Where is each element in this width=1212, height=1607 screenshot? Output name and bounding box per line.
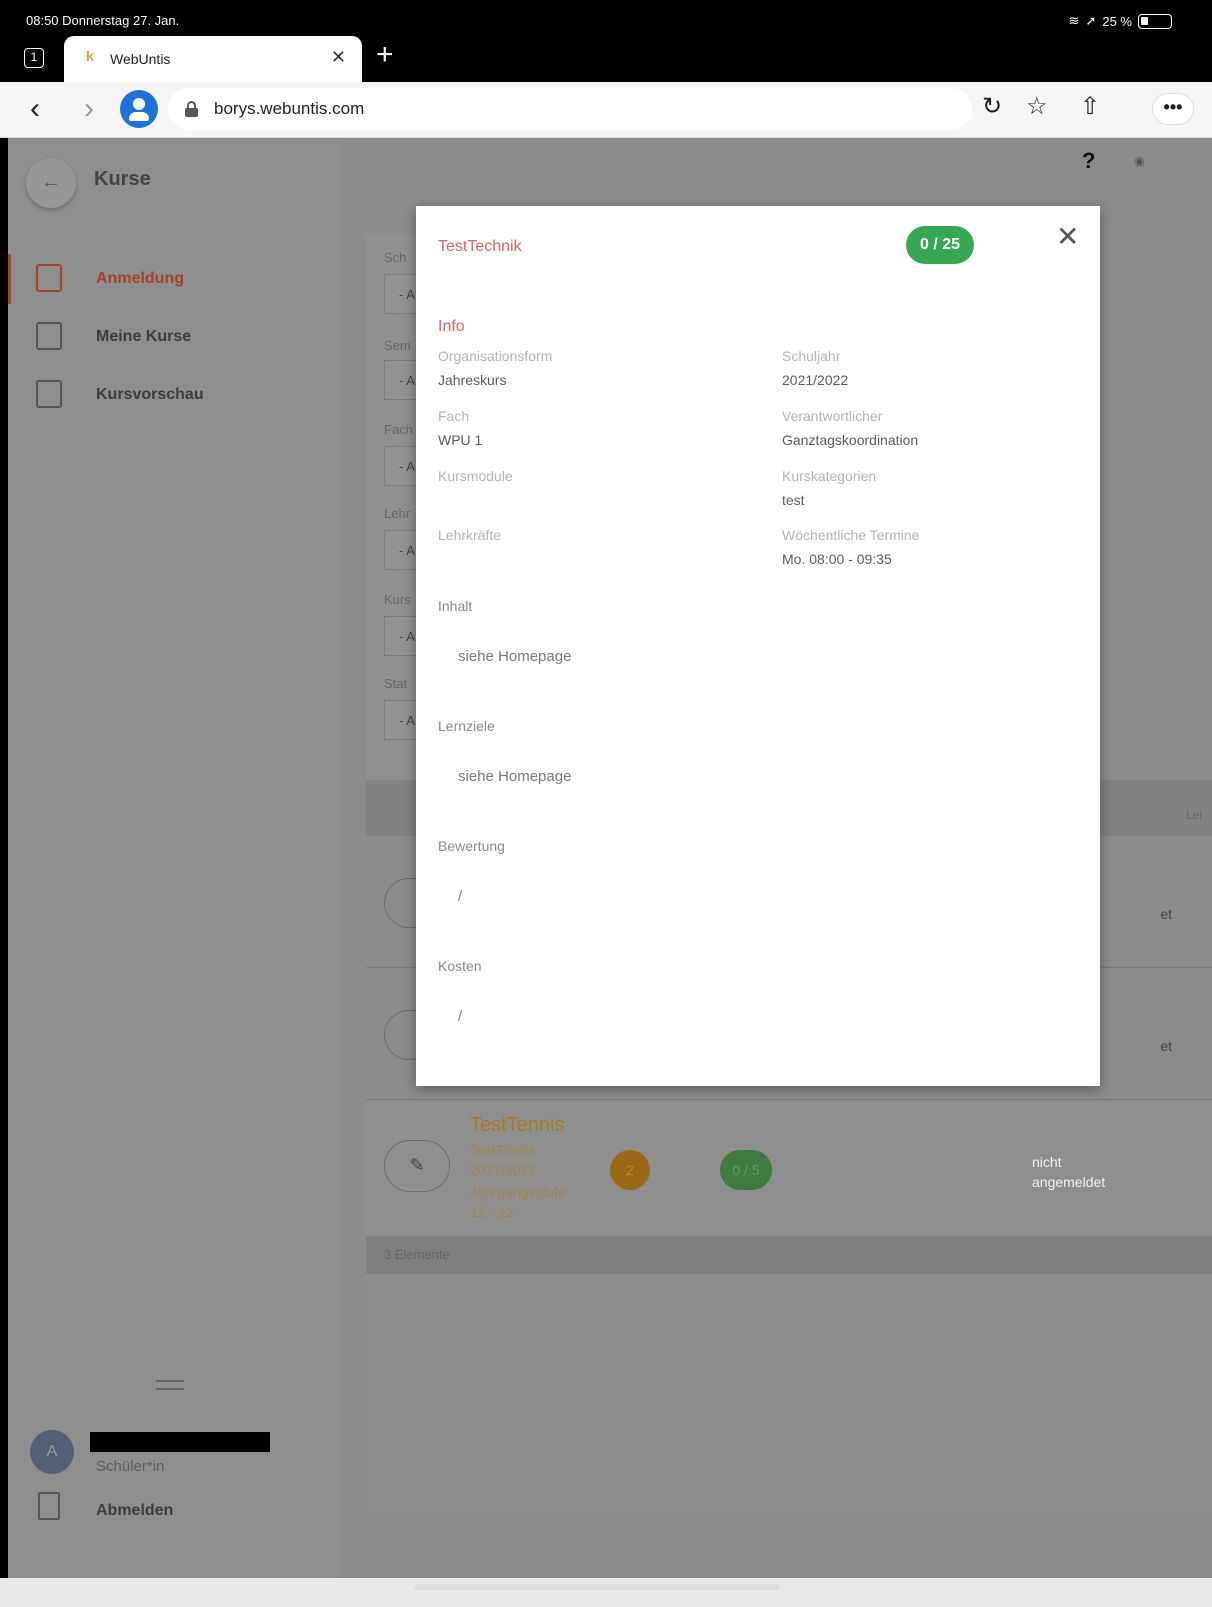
capacity-badge: 0 / 25: [906, 226, 974, 264]
section-value: /: [458, 888, 463, 905]
field-label: Lehrkräfte: [438, 527, 502, 543]
sidebar-item-label: Meine Kurse: [96, 328, 192, 345]
table-row[interactable]: ✎ TestTennis TestTennis 2021/2022 Jahrga…: [366, 1102, 1212, 1236]
field-label: Fach: [438, 408, 470, 424]
filter-label: Stat: [384, 676, 408, 691]
section-value: siehe Homepage: [458, 648, 572, 665]
back-arrow-icon[interactable]: ‹: [30, 92, 40, 126]
more-menu-button[interactable]: •••: [1152, 93, 1194, 125]
tab-switcher-button[interactable]: 1: [24, 48, 44, 68]
close-icon[interactable]: ✕: [1056, 220, 1079, 253]
empty-panel: [366, 1274, 1212, 1514]
profile-icon[interactable]: [120, 90, 158, 128]
home-indicator: [414, 1584, 780, 1590]
status-indicators: ≋ ➚ 25 %: [1069, 13, 1172, 29]
column-header: Lei: [1185, 808, 1202, 822]
reload-icon[interactable]: ↻: [982, 92, 1002, 121]
course-preview-icon: [36, 380, 62, 408]
field-value: Ganztagskoordination: [782, 432, 919, 448]
url-text: borys.webuntis.com: [214, 99, 365, 118]
section-label: Lernziele: [438, 718, 495, 734]
field-label: Schuljahr: [782, 348, 841, 364]
new-tab-button[interactable]: +: [376, 38, 394, 72]
filter-label: Kurs: [384, 592, 411, 607]
capacity-badge: 0 / 5: [720, 1150, 772, 1190]
sidebar-item-kursvorschau[interactable]: Kursvorschau: [8, 370, 338, 420]
field-value: WPU 1: [438, 432, 483, 448]
battery-percent: 25 %: [1102, 13, 1132, 29]
wifi-icon: ≋: [1068, 13, 1080, 28]
sidebar: ← Kurse Anmeldung Meine Kurse Kursvorsch…: [8, 138, 338, 1578]
count-badge: 2: [610, 1150, 650, 1190]
sidebar-item-label: Anmeldung: [96, 270, 184, 287]
webuntis-favicon-icon: k: [86, 48, 94, 64]
user-role: Schüler*in: [96, 1458, 165, 1475]
sidebar-item-meine-kurse[interactable]: Meine Kurse: [8, 312, 338, 362]
filter-label: Sem: [384, 338, 411, 353]
filter-label: Fach: [384, 422, 413, 437]
registration-icon: [36, 264, 62, 292]
lock-icon: [184, 101, 200, 117]
field-value: test: [782, 492, 805, 508]
row-status: et: [1160, 1038, 1172, 1054]
field-label: Kurskategorien: [782, 468, 877, 484]
drag-handle-icon[interactable]: [156, 1380, 184, 1390]
filter-label: Sch: [384, 250, 407, 265]
location-icon: ➚: [1085, 13, 1097, 28]
section-heading: Info: [438, 318, 465, 335]
section-label: Kosten: [438, 958, 482, 974]
field-label: Kursmodule: [438, 468, 513, 484]
edit-icon[interactable]: ✎: [384, 1140, 450, 1192]
battery-icon: [1138, 13, 1172, 29]
browser-tab[interactable]: k WebUntis ✕: [64, 36, 362, 82]
item-count: 3 Elemente: [366, 1236, 1212, 1274]
avatar[interactable]: A: [30, 1430, 74, 1474]
field-label: Verantwortlicher: [782, 408, 883, 424]
course-name: TestTennis: [470, 1142, 537, 1158]
my-courses-icon: [36, 322, 62, 350]
filter-label: Lehr: [384, 506, 411, 521]
redacted-username: [90, 1432, 270, 1452]
section-value: /: [458, 1008, 463, 1025]
status-bar: 08:50 Donnerstag 27. Jan. ≋ ➚ 25 %: [0, 0, 1212, 34]
browser-tab-title: WebUntis: [110, 51, 171, 67]
field-label: Wöchentliche Termine: [782, 527, 920, 543]
section-label: Inhalt: [438, 598, 473, 614]
registration-status: nicht angemeldet: [1032, 1154, 1106, 1190]
course-title[interactable]: TestTennis: [470, 1114, 565, 1137]
course-detail-dialog: TestTechnik 0 / 25 ✕ Info Organisationsf…: [416, 206, 1100, 1086]
sidebar-item-label: Kursvorschau: [96, 386, 204, 403]
close-tab-icon[interactable]: ✕: [331, 47, 346, 68]
course-grade: 12 - 12: [470, 1204, 514, 1220]
address-bar: ‹ › borys.webuntis.com ↻ ☆ ⇧ •••: [0, 82, 1212, 138]
field-value: Jahreskurs: [438, 372, 507, 388]
url-field[interactable]: borys.webuntis.com: [168, 88, 972, 130]
forward-arrow-icon[interactable]: ›: [84, 92, 94, 126]
share-icon[interactable]: ⇧: [1080, 92, 1100, 121]
field-value: 2021/2022: [782, 372, 849, 388]
visibility-icon[interactable]: ◉: [1134, 154, 1144, 168]
row-status: et: [1160, 906, 1172, 922]
logout-link[interactable]: Abmelden: [96, 1502, 173, 1520]
course-year: 2021/2022: [470, 1162, 537, 1178]
section-label: Bewertung: [438, 838, 505, 854]
sidebar-item-anmeldung[interactable]: Anmeldung: [8, 254, 338, 304]
logout-icon[interactable]: [38, 1492, 60, 1520]
tab-bar: 1 k WebUntis ✕ +: [0, 34, 1212, 82]
section-value: siehe Homepage: [458, 768, 572, 785]
help-icon[interactable]: ?: [1082, 148, 1095, 174]
bottom-strip: [0, 1578, 1212, 1607]
field-label: Organisationsform: [438, 348, 553, 364]
dialog-title: TestTechnik: [438, 238, 522, 255]
status-time: 08:50 Donnerstag 27. Jan.: [26, 13, 180, 28]
back-button[interactable]: ←: [26, 158, 76, 208]
favorites-icon[interactable]: ☆: [1026, 92, 1048, 121]
course-grade-label: Jahrgangsstufe: [470, 1184, 566, 1200]
field-value: Mo. 08:00 - 09:35: [782, 551, 892, 567]
sidebar-title: Kurse: [94, 168, 151, 190]
